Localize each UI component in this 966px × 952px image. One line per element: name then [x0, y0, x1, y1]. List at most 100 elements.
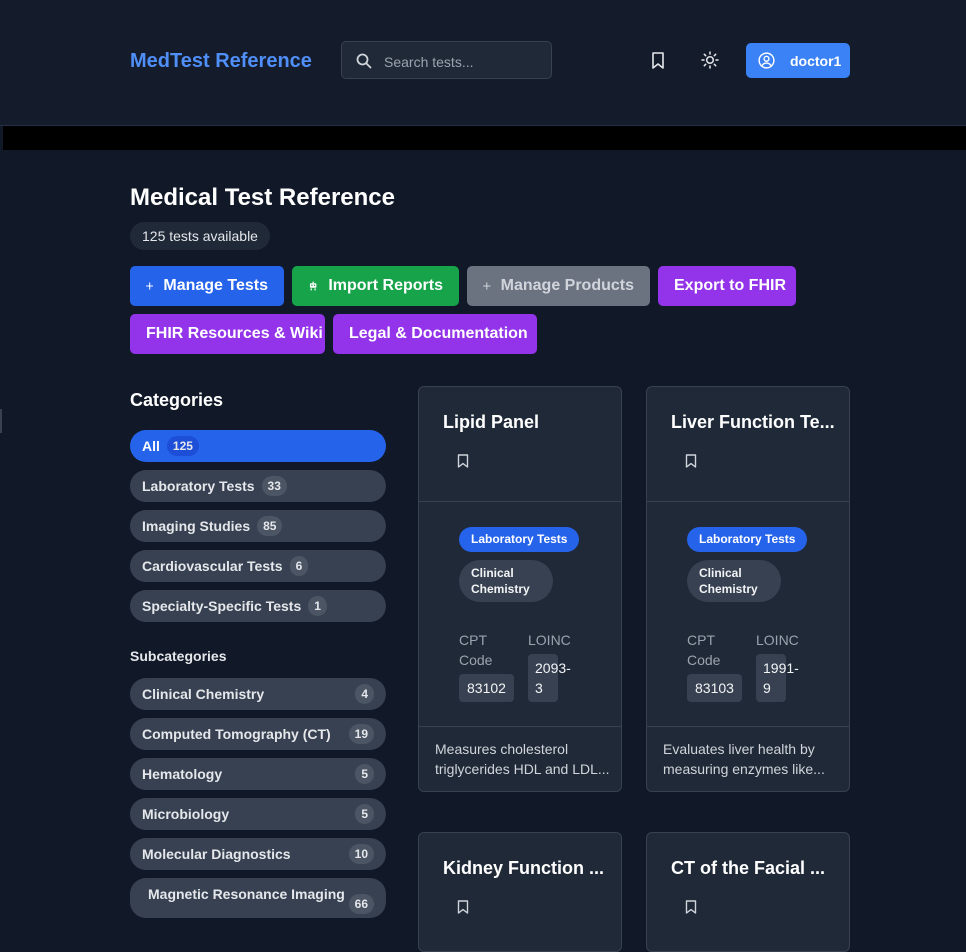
- sun-icon: [701, 51, 719, 69]
- subcategory-microbiology[interactable]: Microbiology 5: [130, 798, 386, 830]
- fhir-resources-label: FHIR Resources & Wiki: [146, 325, 323, 342]
- bookmark-icon: [652, 52, 664, 69]
- test-card[interactable]: CT of the Facial ...: [646, 832, 850, 952]
- subcategory-label: Clinical Chemistry: [142, 686, 265, 702]
- category-tag: Laboratory Tests: [687, 527, 808, 552]
- subcategory-count: 4: [355, 684, 374, 704]
- test-card[interactable]: Liver Function Te... Laboratory Tests Cl…: [646, 386, 850, 792]
- subcategory-label: Magnetic Resonance Imaging: [148, 886, 345, 902]
- bookmark-button[interactable]: [683, 453, 699, 474]
- test-card[interactable]: Kidney Function ...: [418, 832, 622, 952]
- plus-icon: [146, 282, 154, 290]
- top-header: MedTest Reference doctor1: [0, 0, 966, 126]
- category-label: All: [142, 438, 160, 454]
- category-label: Imaging Studies: [142, 518, 251, 534]
- subcategory-label: Microbiology: [142, 806, 230, 822]
- card-description: Measures cholesterol triglycerides HDL a…: [435, 741, 610, 777]
- category-imaging-studies[interactable]: Imaging Studies 85: [130, 510, 386, 542]
- subcategory-hematology[interactable]: Hematology 5: [130, 758, 386, 790]
- category-tag: Laboratory Tests: [459, 527, 580, 552]
- card-title[interactable]: Liver Function Te...: [671, 412, 835, 433]
- user-name: doctor1: [790, 53, 842, 69]
- subcategory-count: 19: [348, 724, 374, 744]
- subcategory-label: Computed Tomography (CT): [142, 726, 331, 742]
- category-count: 1: [308, 596, 327, 616]
- cpt-label: CPT Code: [459, 632, 493, 668]
- category-label: Specialty-Specific Tests: [142, 598, 302, 614]
- search-input[interactable]: [382, 51, 546, 73]
- subcategory-count: 5: [355, 804, 374, 824]
- cpt-code: 83102: [459, 674, 514, 702]
- user-menu-button[interactable]: doctor1: [746, 43, 850, 78]
- subcategory-count: 5: [355, 764, 374, 784]
- loinc-code: 2093-3: [528, 654, 571, 702]
- subcategory-computed-tomography[interactable]: Computed Tomography (CT) 19: [130, 718, 386, 750]
- legal-docs-button[interactable]: Legal & Documentation: [333, 314, 537, 354]
- bookmark-button[interactable]: [455, 899, 471, 920]
- bookmark-icon: [457, 900, 469, 914]
- category-label: Cardiovascular Tests: [142, 558, 283, 574]
- subcategory-tag: Clinical Chemistry: [687, 560, 781, 602]
- manage-products-button[interactable]: Manage Products: [467, 266, 650, 306]
- robot-icon: [309, 281, 317, 290]
- manage-tests-label: Manage Tests: [163, 277, 268, 294]
- export-fhir-label: Export to FHIR: [674, 277, 786, 294]
- cpt-label: CPT Code: [687, 632, 721, 668]
- subcategory-label: Hematology: [142, 766, 223, 782]
- import-reports-button[interactable]: Import Reports: [292, 266, 459, 306]
- cpt-code: 83103: [687, 674, 742, 702]
- search-box[interactable]: [341, 41, 552, 79]
- card-divider: [647, 501, 849, 502]
- categories-heading: Categories: [130, 390, 224, 410]
- category-cardiovascular-tests[interactable]: Cardiovascular Tests 6: [130, 550, 386, 582]
- fhir-resources-button[interactable]: FHIR Resources & Wiki: [130, 314, 325, 354]
- card-divider: [647, 726, 849, 727]
- legal-docs-label: Legal & Documentation: [349, 325, 528, 342]
- bookmark-button[interactable]: [455, 453, 471, 474]
- plus-icon: [483, 282, 491, 290]
- loinc-label: LOINC: [528, 632, 571, 648]
- banner-strip: [3, 126, 966, 150]
- bookmark-icon: [685, 900, 697, 914]
- card-description: Evaluates liver health by measuring enzy…: [663, 741, 825, 777]
- search-icon: [356, 53, 372, 69]
- loinc-label: LOINC: [756, 632, 799, 648]
- category-specialty-specific-tests[interactable]: Specialty-Specific Tests 1: [130, 590, 386, 622]
- page-title: Medical Test Reference: [130, 184, 395, 211]
- bookmark-icon: [685, 454, 697, 468]
- subcategory-clinical-chemistry[interactable]: Clinical Chemistry 4: [130, 678, 386, 710]
- bookmark-icon: [457, 454, 469, 468]
- subcategory-magnetic-resonance-imaging[interactable]: Magnetic Resonance Imaging 66: [130, 878, 386, 918]
- subcategory-molecular-diagnostics[interactable]: Molecular Diagnostics 10: [130, 838, 386, 870]
- export-fhir-button[interactable]: Export to FHIR: [658, 266, 796, 306]
- category-laboratory-tests[interactable]: Laboratory Tests 33: [130, 470, 386, 502]
- loinc-code: 1991-9: [756, 654, 799, 702]
- category-count: 33: [261, 476, 287, 496]
- subcategory-label: Molecular Diagnostics: [142, 846, 291, 862]
- manage-tests-button[interactable]: Manage Tests: [130, 266, 284, 306]
- category-label: Laboratory Tests: [142, 478, 255, 494]
- bookmark-button[interactable]: [683, 899, 699, 920]
- subcategory-count: 66: [348, 894, 374, 914]
- card-divider: [419, 726, 621, 727]
- category-count: 125: [166, 436, 199, 456]
- tests-count-badge: 125 tests available: [130, 222, 270, 250]
- manage-products-label: Manage Products: [500, 277, 634, 294]
- bookmarks-button[interactable]: [648, 50, 670, 72]
- category-count: 6: [289, 556, 309, 576]
- card-title[interactable]: Kidney Function ...: [443, 858, 604, 879]
- category-count: 85: [257, 516, 283, 536]
- user-circle-icon: [758, 52, 775, 69]
- test-card[interactable]: Lipid Panel Laboratory Tests Clinical Ch…: [418, 386, 622, 792]
- theme-toggle-button[interactable]: [700, 50, 722, 72]
- subcategories-heading: Subcategories: [130, 648, 227, 664]
- card-title[interactable]: Lipid Panel: [443, 412, 539, 433]
- brand-logo[interactable]: MedTest Reference: [130, 50, 312, 73]
- category-all[interactable]: All 125: [130, 430, 386, 462]
- card-divider: [419, 501, 621, 502]
- edge-handle: [0, 409, 2, 433]
- subcategory-tag: Clinical Chemistry: [459, 560, 553, 602]
- subcategory-count: 10: [348, 844, 374, 864]
- card-title[interactable]: CT of the Facial ...: [671, 858, 825, 879]
- import-reports-label: Import Reports: [328, 277, 443, 294]
